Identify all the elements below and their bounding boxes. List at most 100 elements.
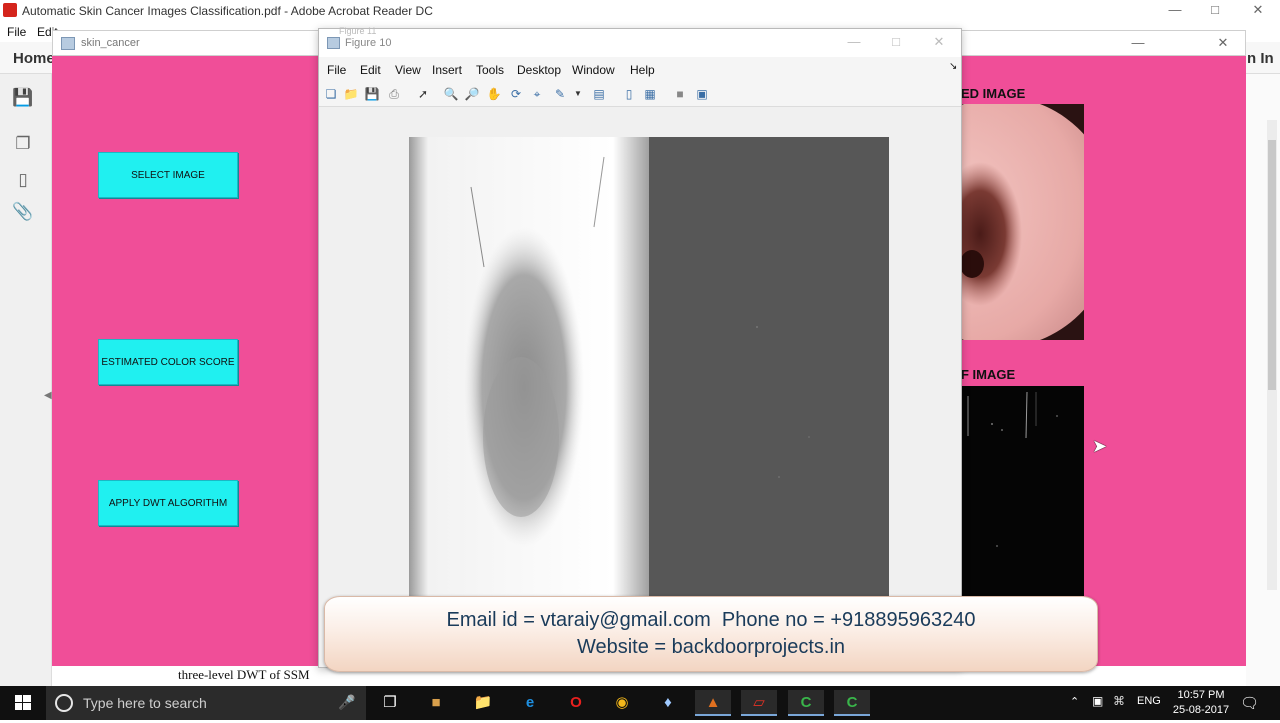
fig-menu-help[interactable]: Help — [630, 63, 655, 77]
pointer-icon[interactable]: ➚ — [415, 86, 431, 102]
figure-title: Figure 10 — [345, 37, 392, 49]
figure-11-ghost-title: Figure 11 — [339, 26, 377, 36]
task-view-icon[interactable]: ❐ — [372, 690, 408, 716]
minimize-icon[interactable]: — — [1123, 35, 1153, 53]
figure-title-bar: Figure 11 Figure 10 — □ ✕ — [319, 26, 961, 57]
rotate-3d-icon[interactable]: ⟳ — [508, 86, 524, 102]
tray-chevron-icon[interactable]: ⌃ — [1070, 695, 1079, 708]
figure-menu-bar: File Edit View Insert Tools Desktop Wind… — [319, 57, 961, 81]
acrobat-title-bar: Automatic Skin Cancer Images Classificat… — [0, 0, 1280, 22]
figure-toolbar: ❏ 📁 💾 ⎙ ➚ 🔍 🔎 ✋ ⟳ ⌖ ✎ ▼ ▤ ▯ ▦ ■ ▣ — [319, 81, 961, 107]
media-app-icon[interactable]: ♦ — [650, 690, 686, 716]
tab-home[interactable]: Home — [13, 50, 55, 67]
figure-canvas — [329, 109, 951, 669]
sign-in-link[interactable]: n In — [1247, 50, 1274, 67]
clock-date: 25-08-2017 — [1172, 704, 1230, 716]
contact-line-email-phone: Email id = vtaraiy@gmail.com Phone no = … — [446, 609, 976, 631]
close-icon[interactable]: ✕ — [924, 34, 954, 52]
cortana-icon — [55, 694, 73, 712]
matlab-app-icon[interactable]: ▲ — [695, 690, 731, 716]
chrome-browser-icon[interactable]: ◉ — [604, 690, 640, 716]
maximize-icon[interactable]: □ — [881, 34, 911, 52]
close-icon[interactable]: ✕ — [1208, 35, 1238, 53]
contact-banner: Email id = vtaraiy@gmail.com Phone no = … — [324, 596, 1098, 672]
acrobat-app-icon[interactable]: ▱ — [741, 690, 777, 716]
file-explorer-icon[interactable]: 📁 — [465, 690, 501, 716]
save-icon[interactable]: 💾 — [364, 86, 380, 102]
dwt-image-graphic — [962, 386, 1084, 596]
dwt-image-title: F IMAGE — [961, 367, 1016, 382]
taskbar: Type here to search 🎤 ❐ ■ 📁 e O ◉ ♦ ▲ ▱ … — [0, 686, 1280, 720]
start-button[interactable] — [0, 686, 46, 720]
edge-browser-icon[interactable]: e — [512, 690, 548, 716]
store-app-icon[interactable]: ■ — [418, 690, 454, 716]
taskbar-search-box[interactable]: Type here to search 🎤 — [46, 686, 366, 720]
pdf-text: three-level DWT of SSM — [178, 667, 310, 682]
dock-arrow-icon[interactable]: ↘ — [949, 61, 957, 72]
apply-dwt-button[interactable]: APPLY DWT ALGORITHM — [98, 480, 238, 526]
windows-logo-icon — [15, 695, 31, 710]
camtasia-app-icon[interactable]: C — [788, 690, 824, 716]
fig-menu-tools[interactable]: Tools — [476, 63, 504, 77]
zoom-out-icon[interactable]: 🔎 — [464, 86, 480, 102]
acrobat-scrollbar[interactable] — [1267, 120, 1277, 590]
contact-line-website: Website = backdoorprojects.in — [576, 636, 846, 658]
print-icon[interactable]: ⎙ — [386, 86, 402, 102]
dwt-coefficient-graphic — [649, 137, 889, 597]
enhanced-image — [962, 104, 1084, 340]
zoom-in-icon[interactable]: 🔍 — [443, 86, 459, 102]
grayscale-lesion-image — [409, 137, 649, 597]
attachment-icon[interactable]: 📎 — [12, 202, 34, 224]
figure-window-icon — [61, 37, 75, 50]
fig-menu-file[interactable]: File — [327, 63, 346, 77]
select-image-button[interactable]: SELECT IMAGE — [98, 152, 238, 198]
notification-icon[interactable]: 🗨 — [1240, 694, 1259, 712]
fig-menu-window[interactable]: Window — [572, 63, 615, 77]
language-indicator[interactable]: ENG — [1137, 695, 1161, 707]
enhanced-image-title: ED IMAGE — [961, 86, 1026, 101]
dwt-image — [962, 386, 1084, 596]
pages-icon[interactable]: ❐ — [12, 134, 34, 156]
battery-icon[interactable]: ▣ — [1092, 694, 1103, 708]
link-plot-icon[interactable]: ▤ — [591, 86, 607, 102]
data-cursor-icon[interactable]: ⌖ — [529, 86, 545, 102]
minimize-icon[interactable]: — — [839, 34, 869, 52]
pan-icon[interactable]: ✋ — [486, 86, 502, 102]
opera-browser-icon[interactable]: O — [558, 690, 594, 716]
legend-icon[interactable]: ▦ — [642, 86, 658, 102]
brush-icon[interactable]: ✎ — [552, 86, 568, 102]
fig-menu-desktop[interactable]: Desktop — [517, 63, 561, 77]
open-file-icon[interactable]: 📁 — [343, 86, 359, 102]
hide-plot-tools-icon[interactable]: ■ — [672, 86, 688, 102]
gui-title: skin_cancer — [81, 37, 140, 49]
new-figure-icon[interactable]: ❏ — [323, 86, 339, 102]
figure-window-icon — [327, 37, 340, 49]
enhanced-image-graphic — [962, 104, 1084, 340]
maximize-icon[interactable]: □ — [1200, 2, 1230, 20]
grayscale-lesion-graphic — [409, 137, 649, 597]
scrollbar-thumb[interactable] — [1268, 140, 1276, 390]
save-icon[interactable]: 💾 — [12, 88, 34, 110]
minimize-icon[interactable]: — — [1160, 2, 1190, 20]
colorbar-icon[interactable]: ▯ — [621, 86, 637, 102]
acrobat-title: Automatic Skin Cancer Images Classificat… — [22, 4, 433, 18]
menu-file[interactable]: File — [7, 25, 26, 39]
network-icon[interactable]: ⌘ — [1113, 694, 1125, 708]
taskbar-clock[interactable]: 10:57 PM 25-08-2017 — [1170, 688, 1232, 718]
close-icon[interactable]: ✕ — [1243, 2, 1273, 20]
chevron-down-icon[interactable]: ▼ — [570, 86, 586, 102]
fig-menu-insert[interactable]: Insert — [432, 63, 462, 77]
camtasia-recorder-icon[interactable]: C — [834, 690, 870, 716]
show-plot-tools-icon[interactable]: ▣ — [694, 86, 710, 102]
estimated-color-score-button[interactable]: ESTIMATED COLOR SCORE — [98, 339, 238, 385]
bookmark-icon[interactable]: ▯ — [12, 170, 34, 192]
collapse-arrow-icon[interactable]: ◀ — [44, 390, 52, 401]
fig-menu-view[interactable]: View — [395, 63, 421, 77]
acrobat-icon — [3, 3, 17, 17]
figure-10-window: Figure 11 Figure 10 — □ ✕ File Edit View… — [318, 26, 962, 669]
search-placeholder: Type here to search — [83, 695, 207, 711]
microphone-icon[interactable]: 🎤 — [338, 694, 355, 711]
fig-menu-edit[interactable]: Edit — [360, 63, 381, 77]
acrobat-left-rail: 💾 ❐ ▯ 📎 ◀ — [0, 74, 52, 686]
dwt-coefficient-image — [649, 137, 889, 597]
